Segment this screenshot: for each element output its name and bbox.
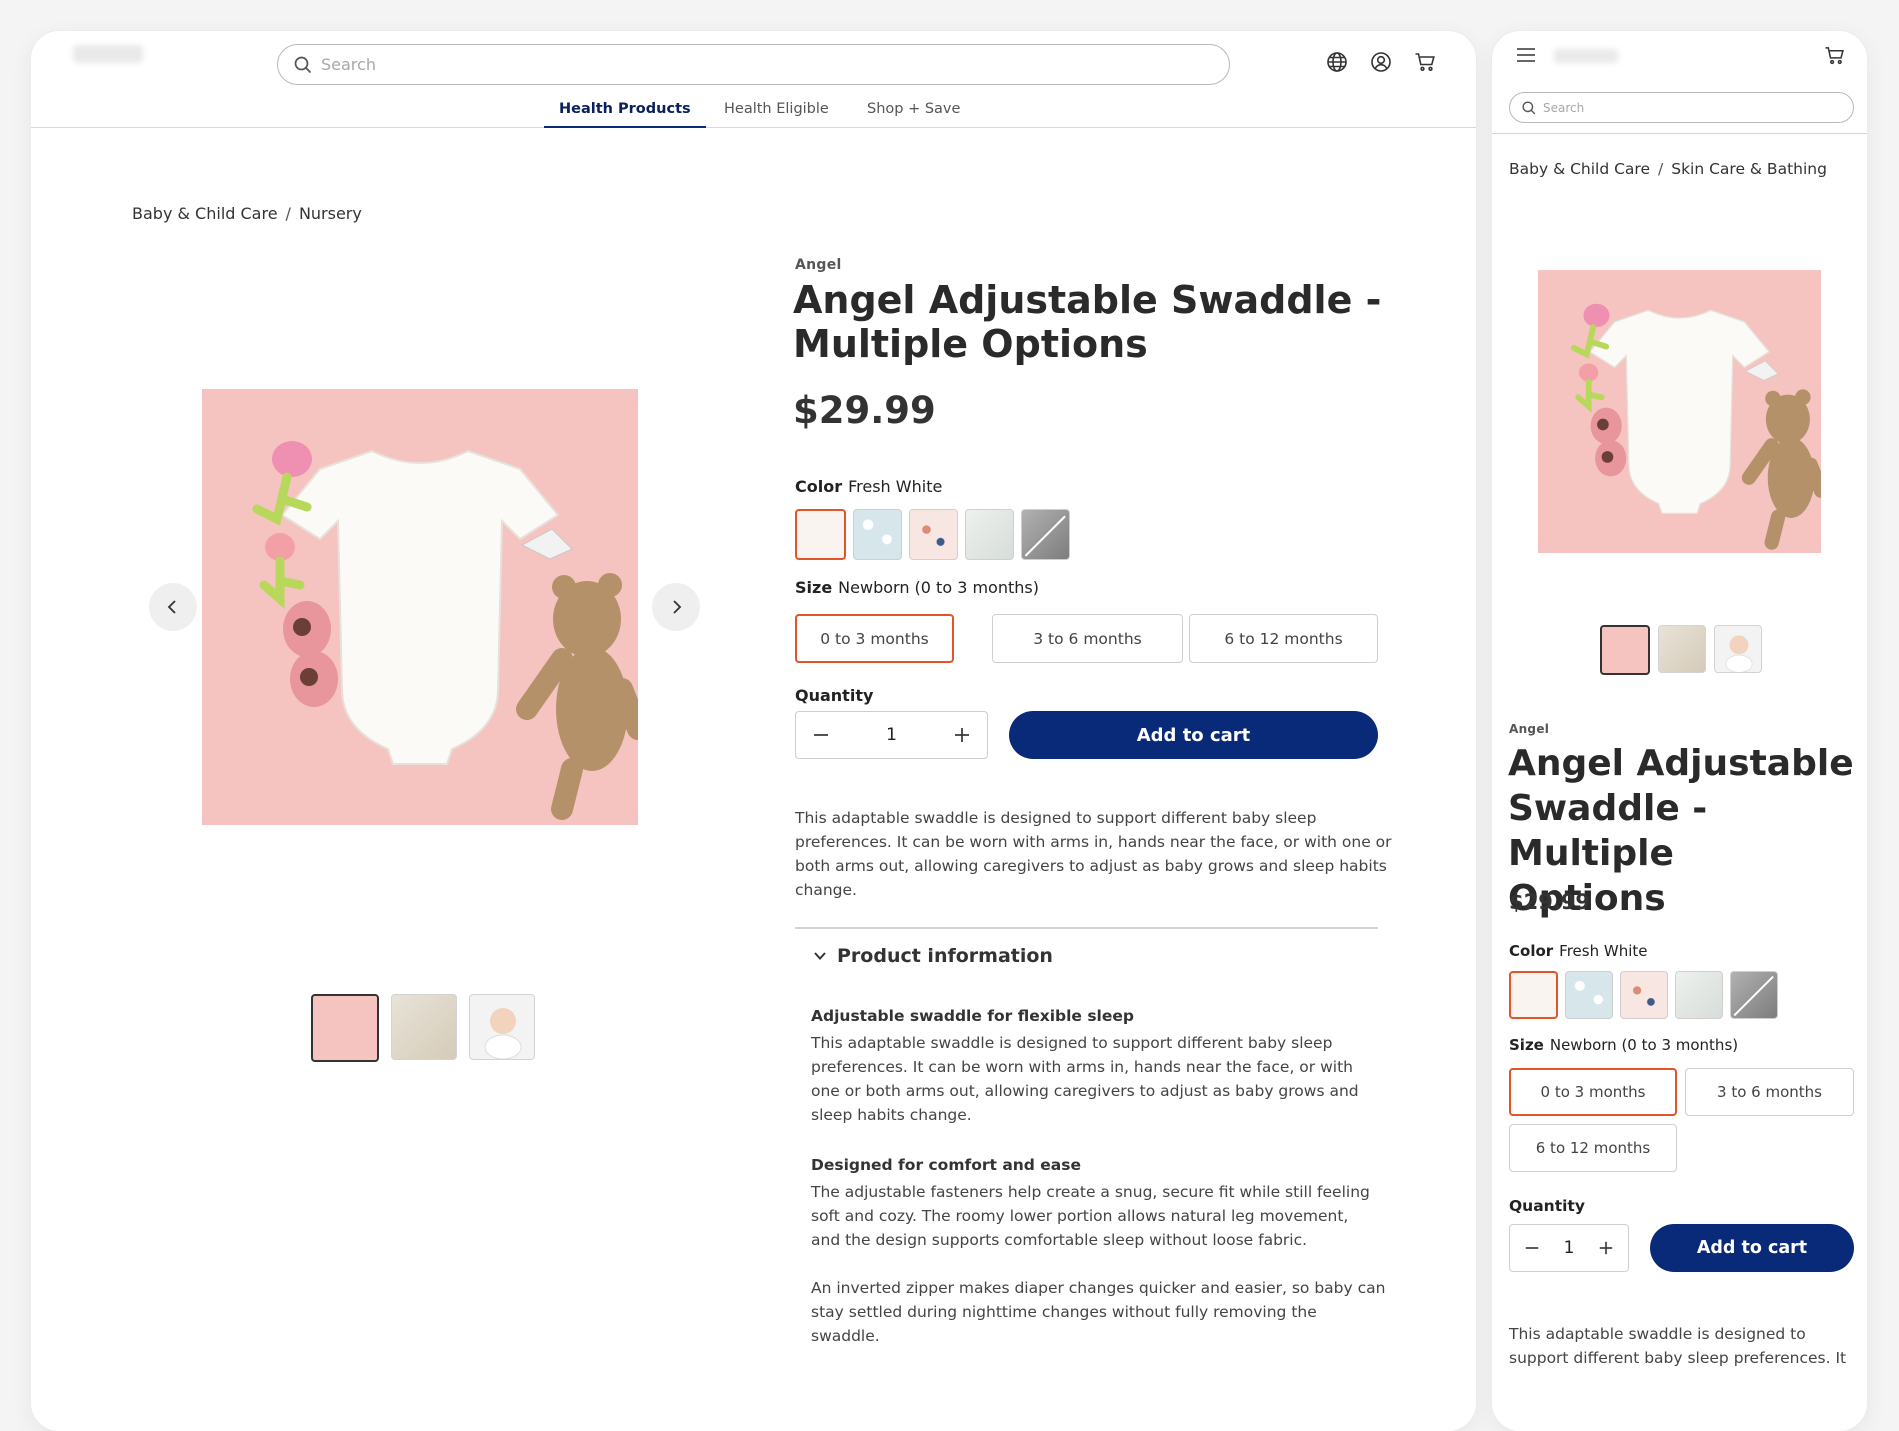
- account-icon[interactable]: [1370, 51, 1392, 73]
- minus-icon[interactable]: [812, 726, 830, 744]
- thumbnail-3[interactable]: [469, 994, 535, 1060]
- section-text: An inverted zipper makes diaper changes …: [811, 1279, 1386, 1345]
- swatch-deer-pattern[interactable]: [1620, 971, 1668, 1019]
- product-image: [1538, 270, 1821, 553]
- product-price: $29.99: [1509, 890, 1591, 914]
- section-text: This adaptable swaddle is designed to su…: [811, 1034, 1359, 1124]
- plus-icon[interactable]: [1598, 1240, 1614, 1256]
- swatch-fresh-white[interactable]: [795, 509, 846, 560]
- chevron-down-icon: [813, 949, 827, 963]
- next-image-button[interactable]: [652, 583, 700, 631]
- thumbnail-1[interactable]: [311, 994, 379, 1062]
- product-price: $29.99: [793, 389, 936, 432]
- color-label: Color Fresh White: [1509, 942, 1648, 960]
- quantity-value[interactable]: 1: [886, 725, 897, 745]
- color-label: Color Fresh White: [795, 477, 943, 496]
- chevron-left-icon: [165, 599, 181, 615]
- quantity-label: Quantity: [795, 686, 874, 705]
- product-information-toggle[interactable]: Product information: [813, 945, 1053, 967]
- chevron-right-icon: [668, 599, 684, 615]
- size-3-6-months[interactable]: 3 to 6 months: [992, 614, 1183, 663]
- product-title: Angel Adjustable Swaddle - Multiple Opti…: [793, 278, 1382, 366]
- minus-icon[interactable]: [1524, 1240, 1540, 1256]
- thumbnail-3[interactable]: [1714, 625, 1762, 673]
- cart-icon[interactable]: [1414, 51, 1436, 73]
- image-thumbnails: [311, 994, 535, 1062]
- size-0-3-months[interactable]: 0 to 3 months: [795, 614, 954, 663]
- product-description: This adaptable swaddle is designed to su…: [1509, 1325, 1847, 1367]
- swatch-fresh-white[interactable]: [1509, 971, 1558, 1019]
- swatch-deer-pattern[interactable]: [909, 509, 958, 560]
- category-nav: Health Products Health Eligible Shop + S…: [31, 94, 1476, 128]
- breadcrumb-current[interactable]: Nursery: [299, 204, 362, 223]
- accordion-title: Product information: [837, 945, 1053, 967]
- thumbnail-2[interactable]: [391, 994, 457, 1060]
- size-label: Size Newborn (0 to 3 months): [1509, 1036, 1739, 1054]
- site-logo[interactable]: [73, 45, 143, 63]
- size-label: Size Newborn (0 to 3 months): [795, 578, 1039, 597]
- section-heading: Adjustable swaddle for flexible sleep: [811, 1007, 1134, 1025]
- search-placeholder: Search: [321, 55, 376, 74]
- add-to-cart-button[interactable]: Add to cart: [1650, 1224, 1854, 1272]
- header-divider: [1492, 133, 1867, 134]
- plus-icon[interactable]: [953, 726, 971, 744]
- prev-image-button[interactable]: [149, 583, 197, 631]
- breadcrumb-current[interactable]: Skin Care & Bathing: [1671, 160, 1827, 178]
- tab-health-products[interactable]: Health Products: [544, 101, 706, 128]
- swatch-blue-pattern[interactable]: [853, 509, 902, 560]
- product-image: [202, 389, 638, 825]
- search-placeholder: Search: [1543, 100, 1585, 115]
- breadcrumb: Baby & Child Care / Nursery: [132, 204, 362, 223]
- quantity-value[interactable]: 1: [1564, 1238, 1575, 1258]
- breadcrumb-link[interactable]: Baby & Child Care: [1509, 160, 1650, 178]
- swatch-blue-pattern[interactable]: [1565, 971, 1613, 1019]
- quantity-stepper: 1: [1509, 1224, 1629, 1272]
- globe-icon[interactable]: [1326, 51, 1348, 73]
- search-icon: [1522, 100, 1536, 115]
- search-bar[interactable]: Search: [1509, 92, 1854, 123]
- color-swatches: [795, 509, 1070, 560]
- desktop-view: Search Health Products Health Eligible S…: [31, 31, 1476, 1431]
- search-icon: [294, 56, 312, 74]
- quantity-label: Quantity: [1509, 1197, 1585, 1215]
- add-to-cart-button[interactable]: Add to cart: [1009, 711, 1378, 759]
- mobile-view: Search Baby & Child Care / Skin Care & Bat…: [1492, 31, 1867, 1431]
- product-description: This adaptable swaddle is designed to su…: [795, 809, 1392, 899]
- site-logo[interactable]: [1554, 49, 1618, 63]
- product-brand: Angel: [1509, 722, 1550, 736]
- swatch-grey-pattern[interactable]: [965, 509, 1014, 560]
- menu-icon[interactable]: [1516, 47, 1536, 63]
- swatch-charcoal-unavailable[interactable]: [1730, 971, 1778, 1019]
- thumbnail-1[interactable]: [1600, 625, 1650, 675]
- section-text: The adjustable fasteners help create a s…: [811, 1183, 1370, 1249]
- color-swatches: [1509, 971, 1778, 1019]
- cart-icon[interactable]: [1824, 45, 1845, 66]
- quantity-stepper: 1: [795, 711, 988, 759]
- size-6-12-months[interactable]: 6 to 12 months: [1509, 1124, 1677, 1172]
- breadcrumb-link[interactable]: Baby & Child Care: [132, 204, 278, 223]
- search-bar[interactable]: Search: [277, 44, 1230, 85]
- image-thumbnails: [1600, 625, 1762, 675]
- product-brand: Angel: [795, 257, 842, 273]
- size-0-3-months[interactable]: 0 to 3 months: [1509, 1068, 1677, 1116]
- thumbnail-2[interactable]: [1658, 625, 1706, 673]
- tab-health-eligible[interactable]: Health Eligible: [724, 101, 829, 117]
- section-heading: Designed for comfort and ease: [811, 1156, 1082, 1174]
- size-6-12-months[interactable]: 6 to 12 months: [1189, 614, 1378, 663]
- swatch-charcoal-unavailable[interactable]: [1021, 509, 1070, 560]
- size-3-6-months[interactable]: 3 to 6 months: [1685, 1068, 1854, 1116]
- swatch-grey-pattern[interactable]: [1675, 971, 1723, 1019]
- breadcrumb: Baby & Child Care / Skin Care & Bathing: [1509, 160, 1827, 178]
- tab-shop-save[interactable]: Shop + Save: [867, 101, 960, 117]
- divider: [795, 927, 1378, 929]
